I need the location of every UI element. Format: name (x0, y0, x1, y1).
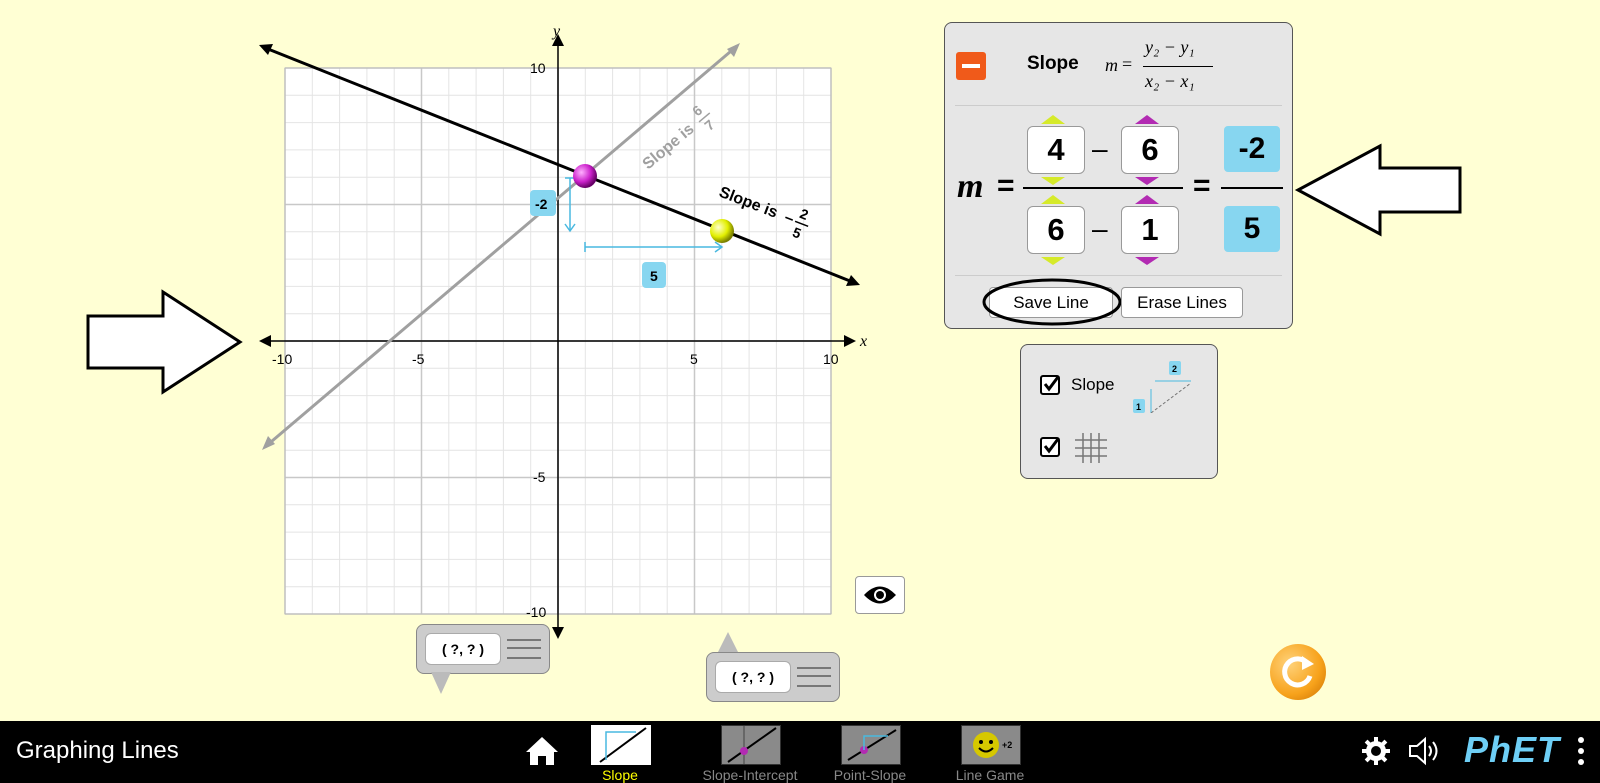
fraction-bar (1023, 187, 1183, 189)
checkmark-icon (1043, 438, 1060, 454)
erase-lines-button[interactable]: Erase Lines (1121, 287, 1243, 318)
minus-top: – (1092, 133, 1108, 164)
y-axis-label: y (551, 23, 561, 40)
point-tool-2-label: ( ?, ? ) (715, 661, 791, 693)
gear-icon (1362, 737, 1390, 765)
tab-slope[interactable]: Slope (580, 725, 660, 783)
panel-title: Slope (1027, 53, 1079, 74)
x-tick-label: -10 (272, 351, 292, 367)
result-numerator: -2 (1224, 126, 1280, 172)
svg-text:+2: +2 (1002, 740, 1012, 750)
phet-logo-text: PhET (1464, 729, 1561, 770)
point-2-handle[interactable] (710, 219, 734, 243)
x2-increment (1041, 195, 1065, 204)
saved-line-arrow-start (262, 436, 275, 450)
point-tool-1[interactable]: ( ?, ? ) (416, 624, 550, 674)
phet-logo[interactable]: PhET (1464, 729, 1569, 773)
equals-2: = (1193, 169, 1211, 202)
x-tick-label: 10 (823, 351, 839, 367)
panel-divider-2 (955, 275, 1282, 276)
x-axis-arrow-right (844, 335, 856, 347)
y1-value[interactable]: 6 (1121, 126, 1179, 174)
rise-label: -2 (535, 196, 548, 212)
point-tool-2-pointer (718, 632, 738, 652)
y2-increment (1041, 115, 1065, 124)
point-tool-1-label: ( ?, ? ) (425, 633, 501, 665)
y-tick-label: -5 (533, 469, 546, 485)
result-fraction-bar (1221, 187, 1283, 189)
point-slope-tab-icon (841, 725, 901, 765)
sound-button[interactable] (1406, 735, 1442, 767)
point-tool-2-grip (797, 667, 831, 687)
y-axis-arrow-down (552, 627, 564, 639)
tab-slope-label: Slope (602, 767, 638, 783)
save-line-highlight (982, 278, 1122, 326)
speaker-icon (1409, 736, 1438, 766)
panel-divider (955, 105, 1282, 106)
line-game-tab-icon: +2 (961, 725, 1021, 765)
reset-all-button[interactable] (1270, 644, 1326, 700)
svg-text:1: 1 (1136, 402, 1141, 412)
slope-intercept-tab-icon (721, 725, 781, 765)
x-axis-arrow-left (259, 335, 271, 347)
home-icon (526, 737, 558, 765)
saved-line-arrow-end (727, 43, 740, 57)
x-axis-label: x (859, 333, 867, 350)
x-tick-label: 5 (690, 351, 698, 367)
navigation-bar: Graphing Lines Slope Slope-Intercept Poi… (0, 721, 1600, 783)
slope-equation-panel: Slope m = y₂ − y₁ x₂ − x₁ m = 4 – 6 6 – … (944, 22, 1293, 329)
point-tool-1-grip (507, 639, 541, 659)
point-tool-1-pointer (431, 672, 451, 694)
tab-slope-intercept-label: Slope-Intercept (702, 767, 798, 783)
slope-toggle-icon: 2 1 (1133, 361, 1192, 413)
grid-checkbox[interactable] (1040, 437, 1060, 457)
y1-increment (1135, 115, 1159, 124)
tab-line-game[interactable]: +2 Line Game (940, 725, 1040, 783)
home-button[interactable] (524, 735, 560, 767)
y-tick-label: -10 (526, 604, 546, 620)
tab-point-slope[interactable]: Point-Slope (820, 725, 920, 783)
x1-increment (1135, 195, 1159, 204)
svg-text:2: 2 (1172, 364, 1177, 374)
slope-checkbox-label: Slope (1071, 375, 1115, 394)
slope-formula: m = y₂ − y₁ x₂ − x₁ (1105, 37, 1225, 97)
tab-point-slope-label: Point-Slope (833, 767, 907, 783)
settings-button[interactable] (1360, 735, 1392, 767)
y1-decrement (1135, 177, 1159, 185)
x2-decrement (1041, 257, 1065, 265)
eye-toggle-button[interactable] (855, 576, 905, 614)
sim-title: Graphing Lines (16, 737, 179, 764)
y-tick-label: 10 (530, 60, 546, 76)
slope-tab-icon (591, 725, 651, 765)
equals-1: = (997, 169, 1015, 202)
run-label: 5 (650, 268, 658, 284)
y2-value[interactable]: 4 (1027, 126, 1085, 174)
point-tool-2[interactable]: ( ?, ? ) (706, 652, 840, 702)
x1-value[interactable]: 1 (1121, 206, 1179, 254)
result-denominator: 5 (1224, 206, 1280, 252)
x2-value[interactable]: 6 (1027, 206, 1085, 254)
more-options-button[interactable] (1574, 735, 1588, 767)
graph-area: x y -10 -5 5 10 10 -5 -10 Slope is 6 7 S… (86, 23, 867, 639)
annotation-arrow-left-svg (1294, 143, 1462, 237)
tab-line-game-label: Line Game (955, 767, 1025, 783)
checkmark-icon (1043, 376, 1060, 392)
eye-icon (864, 586, 896, 604)
y2-decrement (1041, 177, 1065, 185)
tab-slope-intercept[interactable]: Slope-Intercept (700, 725, 800, 783)
x1-decrement (1135, 257, 1159, 265)
kebab-menu-icon (1578, 737, 1584, 765)
grid-icon (1075, 433, 1107, 463)
annotation-arrow-right (86, 289, 243, 395)
options-panel: Slope 2 1 (1020, 344, 1218, 479)
collapse-button[interactable] (956, 52, 986, 80)
point-1-handle[interactable] (573, 164, 597, 188)
minus-bottom: – (1092, 213, 1108, 244)
reset-icon (1282, 656, 1314, 688)
x-tick-label: -5 (412, 351, 425, 367)
slope-checkbox[interactable] (1040, 375, 1060, 395)
minus-icon (962, 64, 980, 68)
m-label: m (957, 168, 984, 205)
